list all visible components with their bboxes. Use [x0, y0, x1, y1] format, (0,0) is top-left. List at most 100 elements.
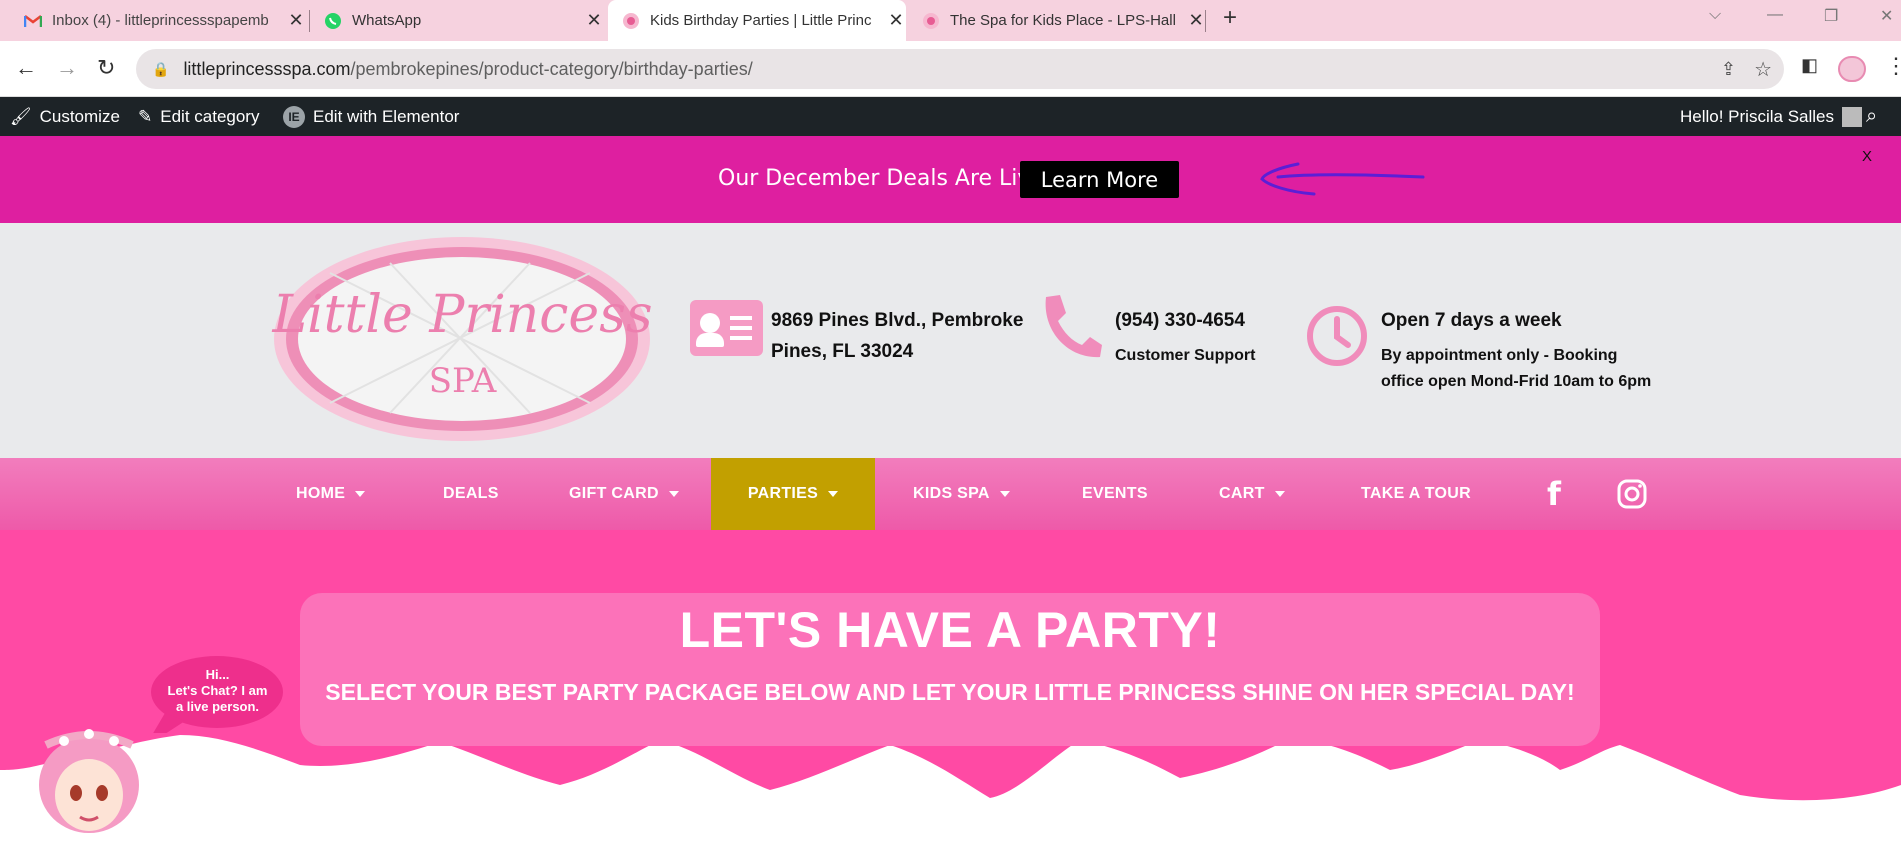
menu-label: GIFT CARD — [569, 485, 659, 502]
tab-gmail[interactable]: Inbox (4) - littleprincessspapemb ✕ — [10, 0, 306, 41]
close-tab-icon[interactable]: ✕ — [886, 10, 906, 31]
browser-toolbar: ← → ↻ 🔒 littleprincessspa.com/pembrokepi… — [0, 41, 1901, 97]
tab-separator — [309, 10, 310, 32]
address-card-icon — [690, 300, 763, 356]
minimize-icon[interactable]: — — [1767, 6, 1783, 24]
menu-label: CART — [1219, 485, 1265, 502]
edit-category-label: Edit category — [160, 106, 260, 126]
tab-title: WhatsApp — [352, 12, 422, 29]
address-bar[interactable]: 🔒 littleprincessspa.com/pembrokepines/pr… — [136, 49, 1784, 89]
tab-title: Inbox (4) - littleprincessspapemb — [52, 12, 269, 29]
clock-icon — [1307, 306, 1367, 366]
tab-spa-for-kids[interactable]: The Spa for Kids Place - LPS-Hall ✕ — [910, 0, 1206, 41]
address-line-2: Pines, FL 33024 — [771, 341, 914, 362]
hero-subtitle: SELECT YOUR BEST PARTY PACKAGE BELOW AND… — [325, 679, 1575, 705]
close-tab-icon[interactable]: ✕ — [1186, 10, 1206, 31]
menu-label: DEALS — [443, 485, 499, 502]
hero-section: LET'S HAVE A PARTY! SELECT YOUR BEST PAR… — [0, 530, 1901, 852]
customize-label: Customize — [39, 106, 120, 126]
customize-link[interactable]: 🖌 Customize — [10, 97, 120, 136]
whatsapp-icon — [324, 12, 342, 30]
chevron-down-icon — [999, 491, 1010, 497]
restore-icon[interactable]: ❐ — [1824, 6, 1838, 26]
site-header: Little Princess SPA 9869 Pines Blvd., Pe… — [0, 223, 1901, 458]
main-menu: HOME DEALS GIFT CARD PARTIES KIDS SPA EV… — [0, 458, 1901, 530]
browser-tab-bar: Inbox (4) - littleprincessspapemb ✕ What… — [0, 0, 1901, 41]
elementor-icon: IE — [283, 105, 305, 128]
menu-item-home[interactable]: HOME — [296, 458, 366, 530]
tab-search-icon[interactable]: ⌵ — [1709, 6, 1721, 24]
facebook-icon[interactable]: f — [1547, 458, 1561, 530]
hours-line-2: office open Mond-Frid 10am to 6pm — [1381, 373, 1652, 390]
user-avatar — [1842, 106, 1862, 127]
wp-admin-bar: 🖌 Customize ✎ Edit category IE Edit with… — [0, 97, 1901, 136]
tab-kids-birthday-parties[interactable]: Kids Birthday Parties | Little Princ ✕ — [608, 0, 906, 41]
menu-item-gift-card[interactable]: GIFT CARD — [569, 458, 679, 530]
user-greeting[interactable]: Hello! Priscila Salles — [1680, 97, 1862, 136]
tab-separator — [1205, 10, 1206, 32]
search-icon[interactable]: ⌕ — [1866, 97, 1877, 136]
chevron-down-icon — [1274, 491, 1285, 497]
bookmark-star-icon[interactable]: ☆ — [1754, 57, 1772, 82]
logo-spa-text: SPA — [428, 361, 497, 401]
logo-text: Little Princess — [272, 285, 653, 345]
lock-icon: 🔒 — [152, 60, 170, 77]
tab-title: Kids Birthday Parties | Little Princ — [650, 12, 872, 29]
brush-icon: 🖌 — [10, 106, 32, 126]
chevron-down-icon — [828, 491, 839, 497]
url-text: littleprincessspa.com/pembrokepines/prod… — [183, 58, 753, 79]
close-window-icon[interactable]: ✕ — [1880, 6, 1893, 26]
close-promo-button[interactable]: X — [1862, 148, 1872, 165]
edit-elementor-link[interactable]: IE Edit with Elementor — [283, 97, 459, 136]
hours-title: Open 7 days a week — [1381, 310, 1562, 331]
menu-item-cart[interactable]: CART — [1219, 458, 1285, 530]
forward-icon[interactable]: → — [56, 55, 78, 81]
close-tab-icon[interactable]: ✕ — [286, 10, 306, 31]
menu-label: HOME — [296, 485, 346, 502]
menu-label: TAKE A TOUR — [1361, 485, 1471, 502]
tab-title: The Spa for Kids Place - LPS-Hall — [950, 12, 1176, 29]
menu-kebab-icon[interactable]: ⋮ — [1885, 53, 1901, 79]
hero-title: LET'S HAVE A PARTY! — [679, 602, 1221, 658]
address-line-1: 9869 Pines Blvd., Pembroke — [771, 310, 1024, 331]
menu-item-take-a-tour[interactable]: TAKE A TOUR — [1361, 458, 1471, 530]
menu-label: PARTIES — [747, 485, 819, 502]
chat-bubble-text: Hi... Let's Chat? I am a live person. — [167, 667, 268, 714]
profile-avatar[interactable] — [1838, 56, 1866, 82]
chevron-down-icon — [668, 491, 679, 497]
live-chat-widget[interactable]: Hi... Let's Chat? I am a live person. — [145, 655, 285, 733]
greeting-label: Hello! Priscila Salles — [1680, 106, 1834, 126]
edit-elementor-label: Edit with Elementor — [313, 106, 460, 126]
hours-line-1: By appointment only - Booking — [1381, 347, 1618, 364]
lps-icon — [922, 12, 940, 30]
reload-icon[interactable]: ↻ — [97, 55, 115, 81]
menu-label: EVENTS — [1082, 485, 1148, 502]
lps-icon — [622, 12, 640, 30]
tab-whatsapp[interactable]: WhatsApp ✕ — [312, 0, 604, 41]
menu-item-deals[interactable]: DEALS — [443, 458, 499, 530]
promo-banner: Our December Deals Are Live Learn More X — [0, 136, 1901, 223]
side-panel-icon[interactable]: ◧ — [1801, 55, 1818, 76]
learn-more-button[interactable]: Learn More — [1020, 161, 1179, 198]
site-logo[interactable]: Little Princess SPA — [270, 233, 655, 450]
menu-item-parties[interactable]: PARTIES — [711, 458, 875, 530]
new-tab-icon[interactable]: + — [1223, 4, 1237, 32]
princess-mascot-avatar[interactable] — [34, 725, 144, 852]
chevron-down-icon — [355, 491, 366, 497]
close-tab-icon[interactable]: ✕ — [584, 10, 604, 31]
menu-item-events[interactable]: EVENTS — [1082, 458, 1148, 530]
arrow-annotation-icon — [1260, 162, 1425, 196]
phone-icon — [1045, 295, 1102, 358]
hero-card: LET'S HAVE A PARTY! SELECT YOUR BEST PAR… — [300, 593, 1600, 746]
edit-category-link[interactable]: ✎ Edit category — [138, 97, 259, 136]
menu-item-kids-spa[interactable]: KIDS SPA — [913, 458, 1010, 530]
phone-subtitle: Customer Support — [1115, 347, 1256, 364]
promo-text: Our December Deals Are Live — [718, 166, 1044, 191]
instagram-icon[interactable] — [1617, 458, 1647, 530]
share-icon[interactable]: ⇪ — [1721, 59, 1736, 80]
pencil-icon: ✎ — [138, 106, 153, 126]
back-icon[interactable]: ← — [15, 55, 37, 81]
phone-number[interactable]: (954) 330-4654 — [1115, 305, 1245, 336]
gmail-icon — [24, 12, 42, 30]
menu-label: KIDS SPA — [913, 485, 990, 502]
